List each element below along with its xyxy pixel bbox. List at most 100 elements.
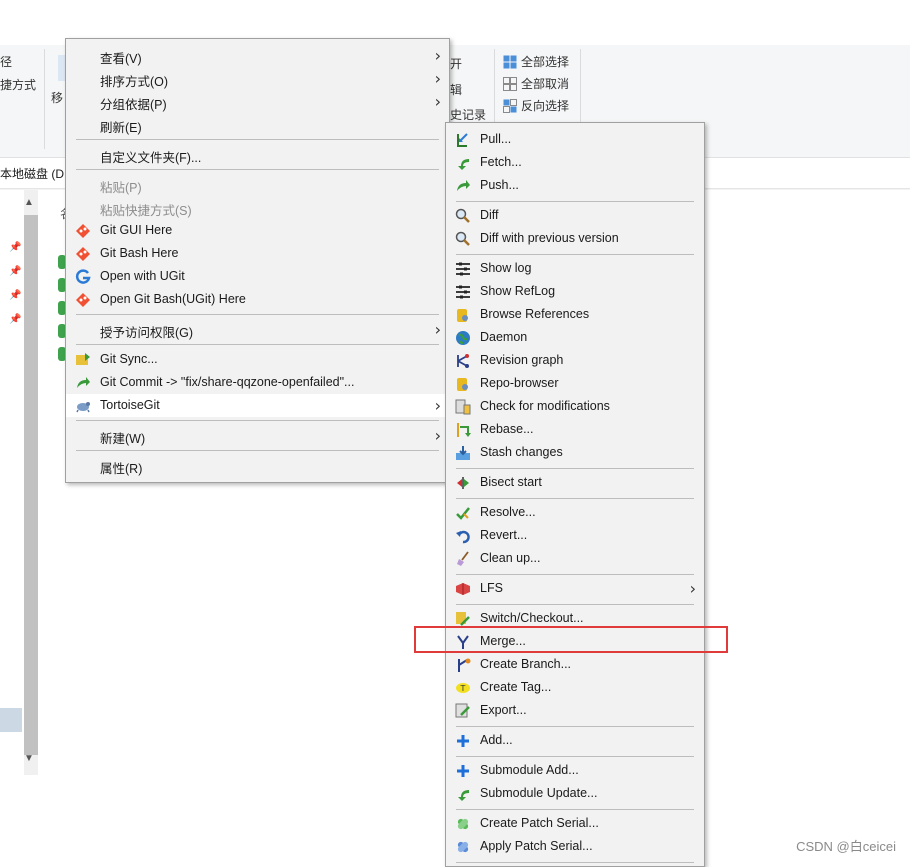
submenu-item-submodule-add[interactable]: Submodule Add... xyxy=(446,759,704,782)
submenu-item-create-tag[interactable]: T Create Tag... xyxy=(446,676,704,699)
ribbon-move-label[interactable]: 移 xyxy=(51,89,63,106)
plus-icon xyxy=(457,735,469,747)
revert-icon xyxy=(456,530,470,544)
menu-item-customize-folder[interactable]: 自定义文件夹(F)... xyxy=(66,143,449,166)
menu-item-open-ugit[interactable]: Open with UGit xyxy=(66,265,449,288)
menu-item-sort-by[interactable]: 排序方式(O) › xyxy=(66,67,449,90)
ribbon-edit-label[interactable]: 辑 xyxy=(450,81,462,98)
submenu-item-show-log[interactable]: Show log xyxy=(446,257,704,280)
submenu-item-fetch[interactable]: Fetch... xyxy=(446,151,704,174)
patch-icon xyxy=(457,841,469,853)
menu-item-label: Stash changes xyxy=(480,445,563,459)
menu-item-label: Fetch... xyxy=(480,155,522,169)
commit-icon xyxy=(77,377,90,388)
menu-item-label: 属性(R) xyxy=(100,462,143,476)
menu-item-grant-access[interactable]: 授予访问权限(G) › xyxy=(66,318,449,341)
menu-item-label: Git GUI Here xyxy=(100,223,173,237)
push-icon xyxy=(457,180,470,191)
submenu-item-stash-changes[interactable]: Stash changes xyxy=(446,441,704,464)
tortoisegit-submenu: Pull... Fetch... Push... Diff Diff with … xyxy=(445,122,705,867)
invert-selection-label: 反向选择 xyxy=(521,99,570,113)
submenu-item-clean-up[interactable]: Clean up... xyxy=(446,547,704,570)
menu-item-label: Open Git Bash(UGit) Here xyxy=(100,292,246,306)
submenu-item-push[interactable]: Push... xyxy=(446,174,704,197)
menu-item-paste-shortcut: 粘贴快捷方式(S) xyxy=(66,196,449,219)
menu-item-label: LFS xyxy=(480,581,503,595)
menu-separator xyxy=(456,468,694,469)
submenu-item-check-modifications[interactable]: Check for modifications xyxy=(446,395,704,418)
menu-item-tortoisegit[interactable]: TortoiseGit › xyxy=(66,394,449,417)
submenu-item-lfs[interactable]: LFS › xyxy=(446,577,704,600)
chevron-right-icon: › xyxy=(434,396,441,415)
menu-item-label: Pull... xyxy=(480,132,512,146)
submenu-item-bisect-start[interactable]: Bisect start xyxy=(446,471,704,494)
address-path: 本地磁盘 (D: xyxy=(0,167,68,181)
menu-item-label: Open with UGit xyxy=(100,269,185,283)
git-icon xyxy=(76,293,90,307)
menu-item-git-bash[interactable]: Git Bash Here xyxy=(66,242,449,265)
menu-separator xyxy=(456,756,694,757)
submenu-item-repo-browser[interactable]: Repo-browser xyxy=(446,372,704,395)
submenu-item-diff-previous[interactable]: Diff with previous version xyxy=(446,227,704,250)
menu-item-group-by[interactable]: 分组依据(P) › xyxy=(66,90,449,113)
submenu-item-revision-graph[interactable]: Revision graph xyxy=(446,349,704,372)
menu-item-label: Repo-browser xyxy=(480,376,559,390)
ribbon-shortcut-label[interactable]: 捷方式 xyxy=(0,76,36,93)
rebase-icon xyxy=(457,423,471,437)
invert-selection-icon xyxy=(503,99,517,113)
merge-highlight-box xyxy=(414,626,728,653)
menu-item-label: 粘贴(P) xyxy=(100,181,142,195)
menu-item-label: Create Patch Serial... xyxy=(480,816,599,830)
ribbon-open-label[interactable]: 开 xyxy=(450,55,462,72)
submenu-item-rebase[interactable]: Rebase... xyxy=(446,418,704,441)
menu-separator xyxy=(76,420,439,421)
submenu-item-browse-references[interactable]: Browse References xyxy=(446,303,704,326)
submenu-item-create-branch[interactable]: Create Branch... xyxy=(446,653,704,676)
menu-item-git-commit[interactable]: Git Commit -> "fix/share-qqzone-openfail… xyxy=(66,371,449,394)
menu-item-new[interactable]: 新建(W) › xyxy=(66,424,449,447)
menu-item-properties[interactable]: 属性(R) xyxy=(66,454,449,477)
nav-selected-item[interactable] xyxy=(0,708,22,732)
menu-item-git-sync[interactable]: Git Sync... xyxy=(66,348,449,371)
menu-item-label: 查看(V) xyxy=(100,52,142,66)
menu-item-label: Git Bash Here xyxy=(100,246,179,260)
ribbon-history-label[interactable]: 史记录 xyxy=(450,106,486,123)
submenu-item-daemon[interactable]: Daemon xyxy=(446,326,704,349)
check-modifications-icon xyxy=(455,399,471,415)
chevron-right-icon: › xyxy=(689,579,696,598)
menu-item-paste: 粘贴(P) xyxy=(66,173,449,196)
menu-separator xyxy=(76,169,439,170)
select-none-button[interactable]: 全部取消 xyxy=(503,75,569,92)
submenu-item-apply-patch-serial[interactable]: Apply Patch Serial... xyxy=(446,835,704,858)
submenu-item-pull[interactable]: Pull... xyxy=(446,128,704,151)
scroll-up-icon[interactable]: ▲ xyxy=(24,197,34,208)
chevron-right-icon: › xyxy=(434,92,441,111)
menu-separator xyxy=(76,450,439,451)
menu-item-label: Show RefLog xyxy=(480,284,556,298)
menu-item-label: Revision graph xyxy=(480,353,564,367)
submenu-item-add[interactable]: Add... xyxy=(446,729,704,752)
nav-scrollbar-thumb[interactable] xyxy=(24,215,38,755)
fetch-icon xyxy=(458,159,469,170)
magnifier-icon xyxy=(455,231,470,246)
menu-separator xyxy=(456,498,694,499)
pin-icon: 📌 xyxy=(9,314,22,325)
submenu-item-show-reflog[interactable]: Show RefLog xyxy=(446,280,704,303)
select-all-button[interactable]: 全部选择 xyxy=(503,53,569,70)
magnifier-icon xyxy=(455,208,470,223)
submenu-item-diff[interactable]: Diff xyxy=(446,204,704,227)
menu-item-open-git-bash-ugit[interactable]: Open Git Bash(UGit) Here xyxy=(66,288,449,311)
invert-selection-button[interactable]: 反向选择 xyxy=(503,97,569,114)
log-icon xyxy=(456,262,470,276)
submenu-item-create-patch-serial[interactable]: Create Patch Serial... xyxy=(446,812,704,835)
menu-item-view[interactable]: 查看(V) › xyxy=(66,44,449,67)
submenu-item-submodule-update[interactable]: Submodule Update... xyxy=(446,782,704,805)
submenu-item-export[interactable]: Export... xyxy=(446,699,704,722)
menu-item-label: Switch/Checkout... xyxy=(480,611,584,625)
submenu-item-resolve[interactable]: Resolve... xyxy=(446,501,704,524)
scroll-down-icon[interactable]: ▼ xyxy=(24,753,34,764)
menu-item-git-gui[interactable]: Git GUI Here xyxy=(66,219,449,242)
menu-item-refresh[interactable]: 刷新(E) xyxy=(66,113,449,136)
submenu-item-revert[interactable]: Revert... xyxy=(446,524,704,547)
select-none-icon xyxy=(503,77,517,91)
